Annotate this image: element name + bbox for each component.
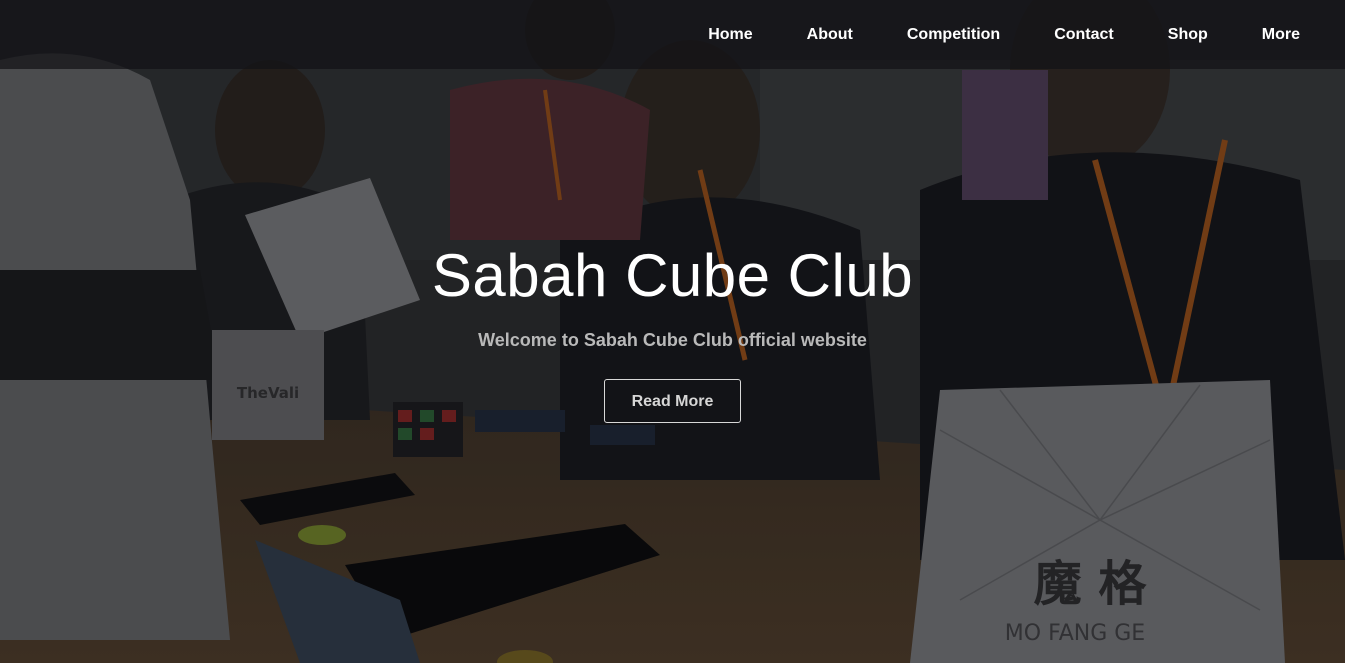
nav-menu: Home About Competition Contact Shop More: [654, 0, 1300, 69]
read-more-button[interactable]: Read More: [604, 379, 741, 423]
nav-item-contact[interactable]: Contact: [1054, 26, 1114, 44]
nav-item-shop[interactable]: Shop: [1168, 26, 1208, 44]
nav-item-home[interactable]: Home: [708, 26, 752, 44]
hero-content: Sabah Cube Club Welcome to Sabah Cube Cl…: [0, 236, 1345, 423]
nav-item-more[interactable]: More: [1262, 26, 1300, 44]
hero-subtitle: Welcome to Sabah Cube Club official webs…: [478, 330, 867, 350]
nav-item-competition[interactable]: Competition: [907, 26, 1000, 44]
top-navbar: Home About Competition Contact Shop More: [0, 0, 1345, 69]
hero-title: Sabah Cube Club: [431, 242, 914, 309]
hero-section: 魔 格 MO FANG GE TheVali Home About Compet…: [0, 0, 1345, 663]
nav-item-about[interactable]: About: [807, 26, 853, 44]
